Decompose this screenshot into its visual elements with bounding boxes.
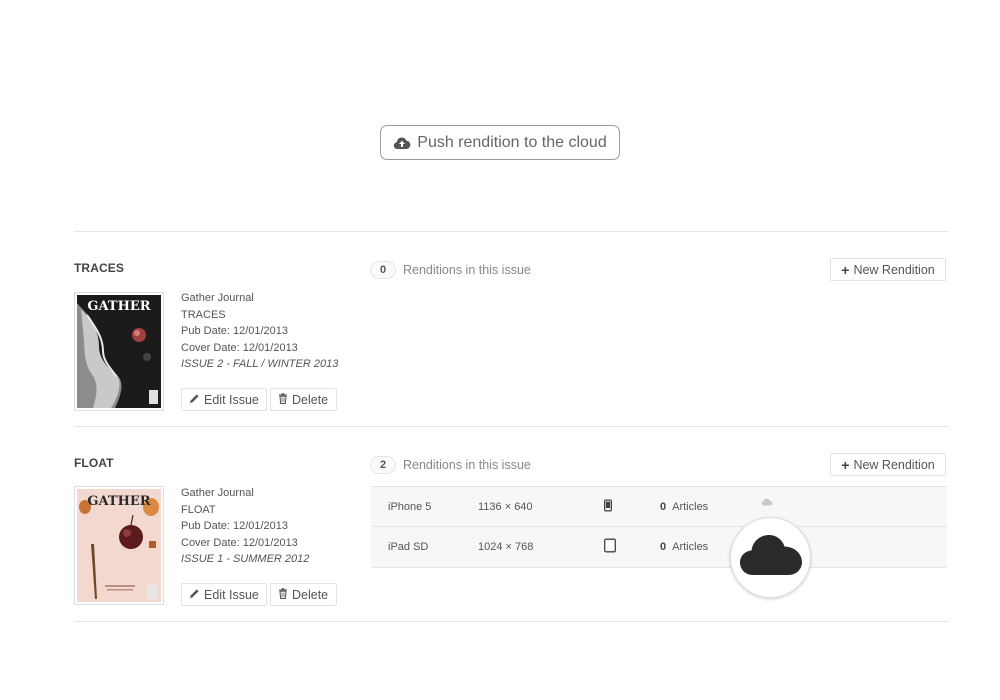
issue-cover-image[interactable]: GATHER — [74, 292, 164, 411]
rendition-resolution: 1024 × 768 — [478, 541, 534, 553]
articles-label: Articles — [672, 500, 709, 513]
issue-title-text: TRACES — [181, 308, 226, 321]
publication-name: Gather Journal — [181, 487, 254, 499]
rendition-row[interactable]: iPad SD 1024 × 768 0 Articles — [371, 527, 947, 568]
cover-date: Cover Date: 12/01/2013 — [181, 341, 298, 354]
trash-icon — [278, 587, 288, 602]
push-rendition-button[interactable]: Push rendition to the cloud — [380, 125, 620, 160]
rendition-articles: 0 Articles — [660, 501, 708, 513]
rendition-resolution: 1136 × 640 — [478, 500, 533, 513]
delete-issue-button[interactable]: Delete — [270, 388, 337, 411]
new-rendition-label: New Rendition — [853, 262, 935, 277]
new-rendition-button[interactable]: + New Rendition — [830, 453, 946, 476]
cloud-icon — [739, 533, 803, 582]
cloud-push-button[interactable] — [730, 517, 811, 598]
rendition-device-name: iPad SD — [388, 541, 429, 553]
push-rendition-label: Push rendition to the cloud — [417, 133, 607, 151]
articles-label: Articles — [672, 541, 709, 553]
new-rendition-label: New Rendition — [853, 457, 935, 472]
divider — [74, 231, 949, 232]
edit-issue-label: Edit Issue — [204, 587, 259, 602]
renditions-count: 0 Renditions in this issue — [370, 261, 531, 279]
plus-icon: + — [841, 456, 850, 473]
cloud-upload-icon — [393, 136, 411, 150]
issue-cover-image[interactable]: GATHER — [74, 486, 164, 605]
edit-issue-button[interactable]: Edit Issue — [181, 583, 267, 606]
renditions-count-label: Renditions in this issue — [403, 263, 531, 277]
articles-count: 0 — [660, 500, 667, 513]
delete-issue-label: Delete — [292, 392, 329, 407]
renditions-table: iPhone 5 1136 × 640 0 Articles iPad SD 10… — [371, 486, 947, 568]
renditions-count-label: Renditions in this issue — [403, 458, 531, 472]
pub-date: Pub Date: 12/01/2013 — [181, 325, 289, 337]
svg-text:GATHER: GATHER — [87, 494, 150, 509]
rendition-articles: 0 Articles — [660, 541, 708, 553]
cover-date: Cover Date: 12/01/2013 — [181, 536, 298, 549]
renditions-count-badge: 0 — [370, 261, 396, 279]
edit-issue-label: Edit Issue — [204, 392, 259, 407]
issue-title: FLOAT — [74, 456, 114, 470]
pencil-icon — [189, 393, 200, 407]
edit-issue-button[interactable]: Edit Issue — [181, 388, 267, 411]
renditions-count: 2 Renditions in this issue — [370, 456, 531, 474]
new-rendition-button[interactable]: + New Rendition — [830, 258, 946, 281]
issue-metadata: Gather Journal FLOAT Pub Date: 12/01/201… — [181, 485, 309, 568]
plus-icon: + — [841, 261, 850, 278]
phone-icon — [604, 499, 613, 514]
pub-date: Pub Date: 12/01/2013 — [181, 520, 289, 532]
issue-metadata: Gather Journal TRACES Pub Date: 12/01/20… — [181, 290, 338, 373]
rendition-row[interactable]: iPhone 5 1136 × 640 0 Articles — [371, 486, 947, 527]
renditions-count-badge: 2 — [370, 456, 396, 474]
issue-title-text: FLOAT — [181, 503, 216, 516]
issue-label: ISSUE 2 - FALL / WINTER 2013 — [181, 358, 339, 370]
divider — [74, 621, 949, 622]
trash-icon — [278, 392, 288, 407]
publication-name: Gather Journal — [181, 292, 254, 304]
issue-title: TRACES — [74, 261, 124, 275]
articles-count: 0 — [660, 541, 667, 553]
tablet-icon — [604, 538, 616, 556]
divider — [74, 426, 949, 427]
cloud-icon[interactable] — [761, 497, 773, 509]
pencil-icon — [189, 588, 200, 602]
svg-text:GATHER: GATHER — [87, 299, 150, 314]
issue-label: ISSUE 1 - SUMMER 2012 — [181, 553, 310, 565]
delete-issue-label: Delete — [292, 587, 329, 602]
rendition-device-name: iPhone 5 — [388, 500, 432, 513]
delete-issue-button[interactable]: Delete — [270, 583, 337, 606]
